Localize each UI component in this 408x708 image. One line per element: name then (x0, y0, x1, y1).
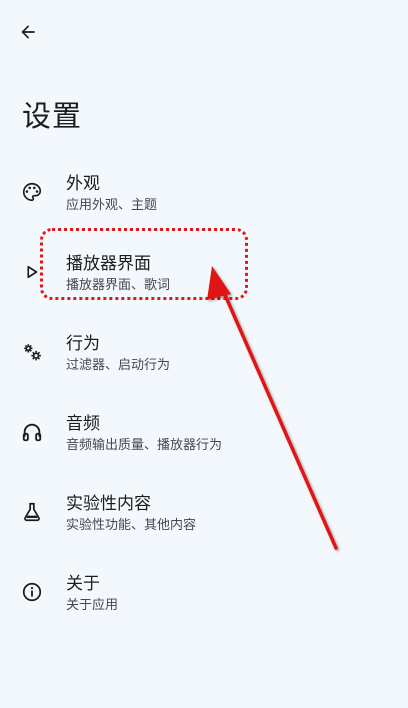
settings-item-subtitle: 音频输出质量、播放器行为 (66, 438, 223, 453)
settings-item-subtitle: 过滤器、启动行为 (66, 358, 171, 373)
page-title: 设置 (22, 99, 83, 133)
settings-item-title: 外观 (66, 174, 100, 194)
settings-item-player-ui[interactable]: 播放器界面 播放器界面、歌词 (0, 232, 408, 312)
settings-item-experimental[interactable]: 实验性内容 实验性功能、其他内容 (0, 472, 408, 552)
info-icon (20, 580, 44, 604)
settings-item-title: 音频 (66, 414, 100, 434)
settings-item-audio[interactable]: 音频 音频输出质量、播放器行为 (0, 392, 408, 472)
settings-item-about[interactable]: 关于 关于应用 (0, 552, 408, 632)
settings-item-subtitle: 播放器界面、歌词 (66, 278, 171, 293)
gears-icon (20, 340, 44, 364)
settings-item-subtitle: 实验性功能、其他内容 (66, 518, 197, 533)
settings-list: 外观 应用外观、主题 播放器界面 播放器界面、歌词 行为 过滤器、启动行为 音频… (0, 152, 408, 632)
top-app-bar (0, 0, 408, 64)
settings-item-title: 行为 (66, 334, 100, 354)
settings-item-subtitle: 关于应用 (66, 598, 119, 613)
settings-item-title: 关于 (66, 574, 100, 594)
settings-item-subtitle: 应用外观、主题 (66, 198, 158, 213)
settings-item-appearance[interactable]: 外观 应用外观、主题 (0, 152, 408, 232)
palette-icon (20, 180, 44, 204)
play-outline-icon (20, 260, 44, 284)
headphones-icon (20, 420, 44, 444)
settings-item-title: 实验性内容 (66, 494, 151, 514)
back-button[interactable] (12, 16, 44, 48)
settings-item-title: 播放器界面 (66, 254, 151, 274)
settings-item-behavior[interactable]: 行为 过滤器、启动行为 (0, 312, 408, 392)
flask-icon (20, 500, 44, 524)
arrow-back-icon (21, 25, 35, 39)
